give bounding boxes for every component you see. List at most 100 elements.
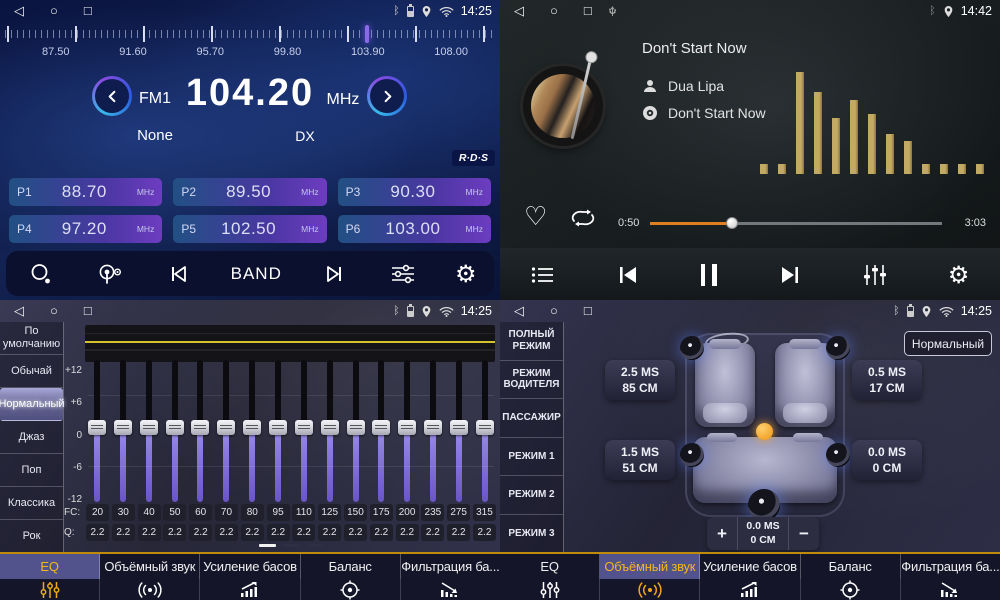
tab-filter[interactable]: Фильтрация ба... <box>901 554 1000 579</box>
radio-preset-button[interactable]: P3 90.30 MHz <box>338 178 491 206</box>
slider-handle[interactable] <box>476 420 494 435</box>
recents-icon[interactable]: □ <box>84 0 92 22</box>
broadcast-icon[interactable] <box>93 263 127 285</box>
radio-preset-button[interactable]: P5 102.50 MHz <box>173 215 326 243</box>
slider-handle[interactable] <box>140 420 158 435</box>
recents-icon[interactable]: □ <box>84 300 92 322</box>
bass-boost-icon[interactable] <box>700 579 800 600</box>
eq-preset-item[interactable]: Рок <box>0 520 63 552</box>
eq-sliders-icon[interactable] <box>0 579 100 600</box>
filter-icon[interactable] <box>401 579 500 600</box>
equalizer-settings-icon[interactable] <box>386 264 420 284</box>
settings-gear-icon[interactable]: ⚙ <box>455 262 477 286</box>
increase-delay-button[interactable]: + <box>707 517 737 550</box>
home-icon[interactable]: ○ <box>550 300 558 322</box>
listening-position-dot[interactable] <box>756 423 773 440</box>
slider-handle[interactable] <box>191 420 209 435</box>
eq-band-slider[interactable] <box>450 358 468 506</box>
surround-icon[interactable] <box>100 579 200 600</box>
eq-preset-item[interactable]: Классика <box>0 487 63 520</box>
eq-band-slider[interactable] <box>166 358 184 506</box>
previous-station-icon[interactable] <box>162 264 196 284</box>
playlist-icon[interactable] <box>531 266 555 284</box>
slider-handle[interactable] <box>321 420 339 435</box>
eq-band-slider[interactable] <box>424 358 442 506</box>
rear-left-speaker[interactable] <box>680 443 704 467</box>
filter-icon[interactable] <box>901 579 1000 600</box>
eq-band-slider[interactable] <box>114 358 132 506</box>
seek-up-button[interactable] <box>367 76 407 116</box>
slider-handle[interactable] <box>114 420 132 435</box>
band-button[interactable]: BAND <box>231 264 282 284</box>
eq-preset-item[interactable]: Поп <box>0 454 63 487</box>
next-track-icon[interactable] <box>778 265 802 285</box>
eq-band-slider[interactable] <box>243 358 261 506</box>
slider-handle[interactable] <box>424 420 442 435</box>
progress-bar[interactable] <box>650 222 942 225</box>
slider-handle[interactable] <box>269 420 287 435</box>
eq-sliders-icon[interactable] <box>500 579 600 600</box>
home-icon[interactable]: ○ <box>550 0 558 22</box>
eq-band-slider[interactable] <box>347 358 365 506</box>
surround-icon[interactable] <box>600 579 700 600</box>
listening-mode-item[interactable]: РЕЖИМ 2 <box>500 476 563 515</box>
back-icon[interactable]: ◁ <box>14 300 24 322</box>
front-right-speaker[interactable] <box>826 336 850 360</box>
eq-band-slider[interactable] <box>140 358 158 506</box>
rear-right-speaker[interactable] <box>826 443 850 467</box>
eq-band-slider[interactable] <box>269 358 287 506</box>
eq-band-slider[interactable] <box>191 358 209 506</box>
slider-handle[interactable] <box>88 420 106 435</box>
listening-mode-item[interactable]: РЕЖИМ 1 <box>500 438 563 477</box>
slider-handle[interactable] <box>398 420 416 435</box>
tab-eq[interactable]: EQ <box>500 554 600 579</box>
slider-handle[interactable] <box>295 420 313 435</box>
back-icon[interactable]: ◁ <box>514 0 524 22</box>
eq-preset-item[interactable]: Обычай <box>0 355 63 388</box>
favorite-heart-icon[interactable]: ♡ <box>524 202 547 232</box>
eq-band-slider[interactable] <box>321 358 339 506</box>
slider-handle[interactable] <box>450 420 468 435</box>
eq-band-slider[interactable] <box>398 358 416 506</box>
listening-mode-item[interactable]: ПАССАЖИР <box>500 399 563 438</box>
home-icon[interactable]: ○ <box>50 0 58 22</box>
radio-preset-button[interactable]: P2 89.50 MHz <box>173 178 326 206</box>
progress-knob[interactable] <box>726 217 738 229</box>
front-left-speaker[interactable] <box>680 336 704 360</box>
slider-handle[interactable] <box>372 420 390 435</box>
search-icon[interactable] <box>24 263 58 285</box>
home-icon[interactable]: ○ <box>50 300 58 322</box>
eq-band-slider[interactable] <box>372 358 390 506</box>
tab-surround[interactable]: Объёмный звук <box>100 554 200 579</box>
next-station-icon[interactable] <box>317 264 351 284</box>
slider-handle[interactable] <box>243 420 261 435</box>
recents-icon[interactable]: □ <box>584 300 592 322</box>
balance-icon[interactable] <box>801 579 901 600</box>
listening-mode-item[interactable]: ПОЛНЫЙ РЕЖИМ <box>500 322 563 361</box>
eq-preset-item[interactable]: По умолчанию <box>0 322 63 355</box>
slider-handle[interactable] <box>166 420 184 435</box>
eq-preset-item[interactable]: Нормальный <box>0 388 63 421</box>
repeat-icon[interactable] <box>568 208 598 228</box>
settings-gear-icon[interactable]: ⚙ <box>948 263 970 287</box>
radio-preset-button[interactable]: P6 103.00 MHz <box>338 215 491 243</box>
radio-preset-button[interactable]: P1 88.70 MHz <box>9 178 162 206</box>
eq-band-slider[interactable] <box>476 358 494 506</box>
eq-band-slider[interactable] <box>217 358 235 506</box>
balance-icon[interactable] <box>301 579 401 600</box>
tab-balance[interactable]: Баланс <box>301 554 401 579</box>
recents-icon[interactable]: □ <box>584 0 592 22</box>
slider-handle[interactable] <box>347 420 365 435</box>
driver-seat[interactable] <box>695 343 755 427</box>
slider-handle[interactable] <box>217 420 235 435</box>
listening-mode-item[interactable]: РЕЖИМ ВОДИТЕЛЯ <box>500 361 563 400</box>
tab-surround[interactable]: Объёмный звук <box>600 554 700 579</box>
tab-balance[interactable]: Баланс <box>801 554 901 579</box>
tab-bass-boost[interactable]: Усиление басов <box>700 554 800 579</box>
previous-track-icon[interactable] <box>616 265 640 285</box>
passenger-seat[interactable] <box>775 343 835 427</box>
tab-eq[interactable]: EQ <box>0 554 100 579</box>
eq-band-slider[interactable] <box>295 358 313 506</box>
tab-filter[interactable]: Фильтрация ба... <box>401 554 500 579</box>
listening-mode-item[interactable]: РЕЖИМ 3 <box>500 515 563 553</box>
